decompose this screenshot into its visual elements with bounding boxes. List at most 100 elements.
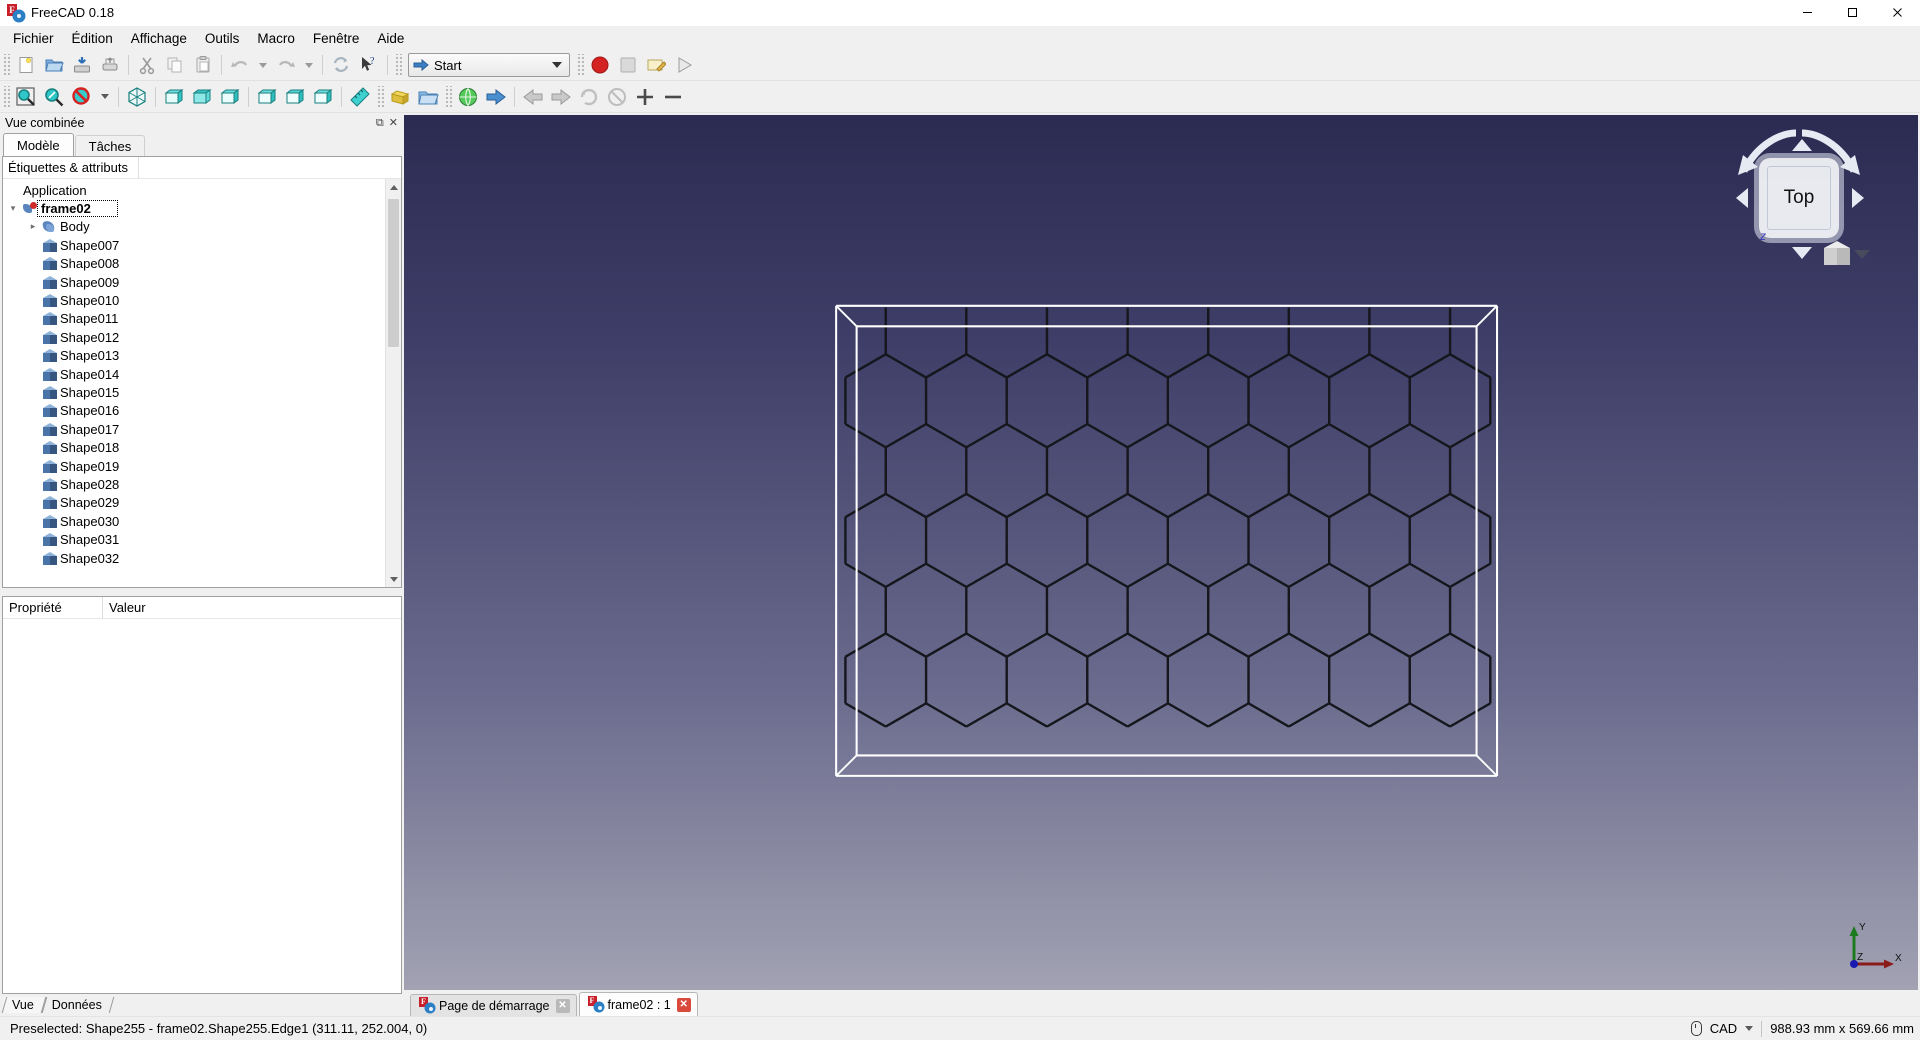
chevron-down-icon[interactable]: [552, 62, 562, 68]
tree-item-shape028[interactable]: Shape028: [5, 475, 401, 493]
scrollbar-track[interactable]: [386, 195, 401, 571]
tab-vue[interactable]: Vue: [4, 997, 44, 1013]
tab-taches[interactable]: Tâches: [74, 135, 146, 156]
tab-modele[interactable]: Modèle: [3, 133, 74, 156]
draw-style-dropdown-icon[interactable]: [97, 84, 113, 110]
macro-record-icon[interactable]: [587, 52, 613, 78]
tree-item-shape016[interactable]: Shape016: [5, 402, 401, 420]
nav-back-icon[interactable]: [520, 84, 546, 110]
tree-item-shape015[interactable]: Shape015: [5, 383, 401, 401]
scroll-up-button[interactable]: [386, 179, 401, 195]
nav-forward-icon[interactable]: [548, 84, 574, 110]
tree-item-shape009[interactable]: Shape009: [5, 273, 401, 291]
panel-float-button[interactable]: ⧉: [376, 117, 384, 129]
paste-icon[interactable]: [190, 52, 216, 78]
toolbar-grip[interactable]: [2, 54, 10, 76]
refresh-icon[interactable]: [328, 52, 354, 78]
tree-item-shape014[interactable]: Shape014: [5, 365, 401, 383]
tree-item-shape007[interactable]: Shape007: [5, 236, 401, 254]
chevron-right-icon[interactable]: ▸: [25, 221, 41, 232]
tree-item-body[interactable]: ▸ Body: [5, 218, 401, 236]
tree-item-shape019[interactable]: Shape019: [5, 457, 401, 475]
tree-item-shape032[interactable]: Shape032: [5, 549, 401, 567]
close-icon[interactable]: ✕: [676, 997, 691, 1012]
panel-close-button[interactable]: ✕: [389, 117, 398, 129]
menu-edition[interactable]: Édition: [63, 28, 122, 49]
measure-icon[interactable]: [347, 84, 373, 110]
whats-this-icon[interactable]: ?: [356, 52, 382, 78]
tree-item-shape010[interactable]: Shape010: [5, 291, 401, 309]
scroll-down-button[interactable]: [386, 571, 401, 587]
toolbar-grip[interactable]: [576, 54, 584, 76]
tree-item-shape018[interactable]: Shape018: [5, 438, 401, 456]
menu-macro[interactable]: Macro: [248, 28, 304, 49]
top-view-icon[interactable]: [189, 84, 215, 110]
draw-style-icon[interactable]: [69, 84, 95, 110]
copy-icon[interactable]: [162, 52, 188, 78]
nav-arrow-down-icon[interactable]: [1792, 247, 1812, 259]
nav-arrow-left-icon[interactable]: [1736, 188, 1748, 208]
front-view-icon[interactable]: [161, 84, 187, 110]
menu-aide[interactable]: Aide: [368, 28, 413, 49]
cut-icon[interactable]: [134, 52, 160, 78]
macro-stop-icon[interactable]: [615, 52, 641, 78]
tree-item-shape030[interactable]: Shape030: [5, 512, 401, 530]
web-browser-icon[interactable]: [455, 84, 481, 110]
scrollbar-thumb[interactable]: [388, 199, 399, 347]
tree-root-application[interactable]: Application: [5, 181, 401, 199]
nav-stop-icon[interactable]: [604, 84, 630, 110]
tree-item-shape031[interactable]: Shape031: [5, 530, 401, 548]
undo-dropdown-icon[interactable]: [255, 52, 271, 78]
macro-edit-icon[interactable]: [643, 52, 669, 78]
nav-arrow-up-icon[interactable]: [1792, 139, 1812, 151]
navigation-cube[interactable]: Top z: [1724, 123, 1874, 273]
view-tab-start-page[interactable]: F Page de démarrage ✕: [410, 994, 577, 1016]
toolbar-grip[interactable]: [394, 54, 402, 76]
nav-arrow-right-icon[interactable]: [1852, 188, 1864, 208]
3d-viewport[interactable]: Top z Z Y X: [404, 115, 1918, 990]
minimize-button[interactable]: [1785, 0, 1830, 26]
toolbar-grip[interactable]: [444, 85, 452, 108]
tree-vertical-scrollbar[interactable]: [385, 179, 401, 587]
close-icon[interactable]: ✕: [555, 998, 570, 1013]
maximize-button[interactable]: [1830, 0, 1875, 26]
tree-item-frame02[interactable]: ▾ frame02: [5, 199, 401, 218]
right-view-icon[interactable]: [217, 84, 243, 110]
redo-icon[interactable]: [273, 52, 299, 78]
zoom-out-icon[interactable]: [660, 84, 686, 110]
chevron-down-icon[interactable]: [1745, 1026, 1754, 1031]
view-tab-frame02[interactable]: F frame02 : 1 ✕: [578, 992, 698, 1016]
tree-item-shape029[interactable]: Shape029: [5, 494, 401, 512]
toolbar-grip[interactable]: [2, 85, 10, 108]
print-document-icon[interactable]: [97, 52, 123, 78]
menu-affichage[interactable]: Affichage: [122, 28, 196, 49]
create-part-icon[interactable]: [387, 84, 413, 110]
macro-execute-icon[interactable]: [671, 52, 697, 78]
menu-fenetre[interactable]: Fenêtre: [304, 28, 369, 49]
rear-view-icon[interactable]: [254, 84, 280, 110]
chevron-down-icon[interactable]: ▾: [5, 203, 21, 214]
create-group-icon[interactable]: [415, 84, 441, 110]
zoom-in-icon[interactable]: [632, 84, 658, 110]
tree-item-shape017[interactable]: Shape017: [5, 420, 401, 438]
menu-outils[interactable]: Outils: [196, 28, 249, 49]
forward-link-icon[interactable]: [483, 84, 509, 110]
bottom-view-icon[interactable]: [282, 84, 308, 110]
tree-item-shape008[interactable]: Shape008: [5, 255, 401, 273]
isometric-view-icon[interactable]: [124, 84, 150, 110]
tab-donnees[interactable]: Données: [44, 997, 112, 1013]
fit-all-icon[interactable]: [13, 84, 39, 110]
new-document-icon[interactable]: [13, 52, 39, 78]
redo-dropdown-icon[interactable]: [301, 52, 317, 78]
left-view-icon[interactable]: [310, 84, 336, 110]
tree-item-shape013[interactable]: Shape013: [5, 347, 401, 365]
open-document-icon[interactable]: [41, 52, 67, 78]
fit-selection-icon[interactable]: [41, 84, 67, 110]
nav-corner-cube-icon[interactable]: [1824, 241, 1850, 265]
undo-icon[interactable]: [227, 52, 253, 78]
navcube-menu-caret-icon[interactable]: [1854, 250, 1870, 259]
tree-item-shape012[interactable]: Shape012: [5, 328, 401, 346]
toolbar-grip[interactable]: [376, 85, 384, 108]
navcube-face-top[interactable]: Top: [1759, 158, 1839, 238]
close-button[interactable]: [1875, 0, 1920, 26]
